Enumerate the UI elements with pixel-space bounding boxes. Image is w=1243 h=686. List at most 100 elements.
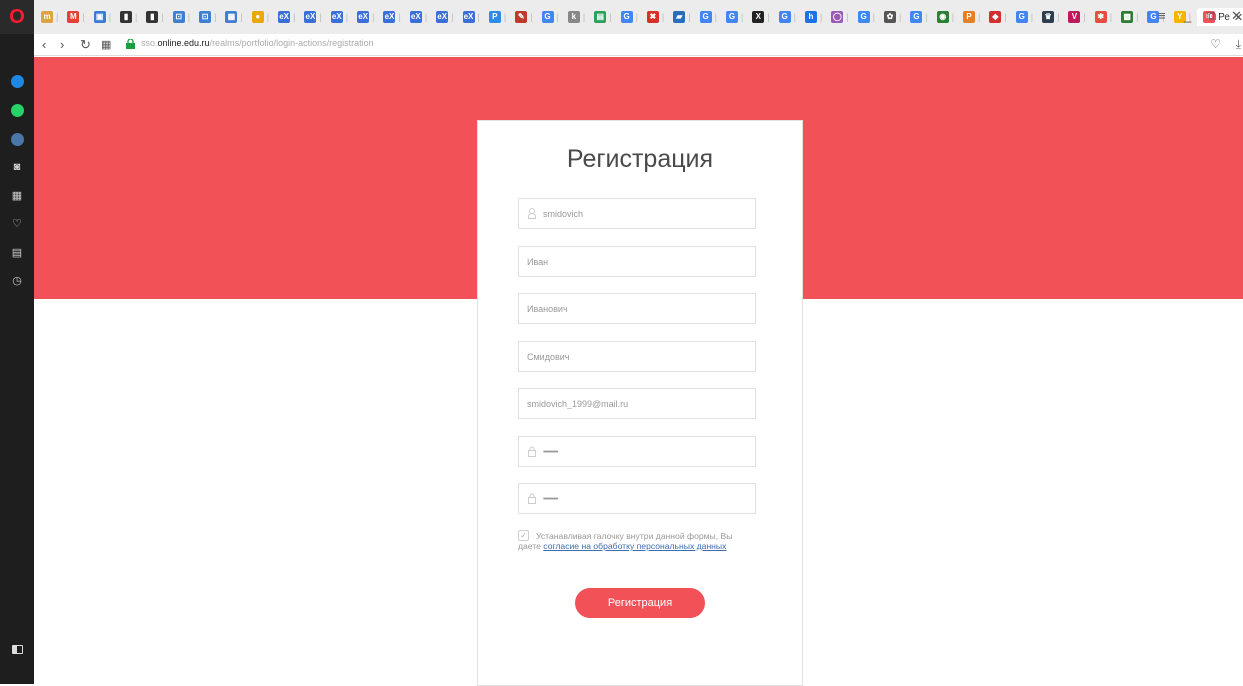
tab-separator: | [872,12,875,22]
browser-tab[interactable]: m | [38,8,61,26]
browser-tab[interactable]: ▮ | [117,8,140,26]
tab-separator: | [424,12,428,22]
browser-tab[interactable]: G | [723,8,746,26]
tab-separator: | [899,12,902,22]
history-icon[interactable]: ◷ [10,274,24,288]
browser-tab[interactable]: ▮ | [143,8,166,26]
browser-tab[interactable]: G | [1013,8,1036,26]
browser-tab[interactable]: ⊡ | [170,8,193,26]
opera-menu-logo[interactable]: O [0,0,34,34]
lock-icon [126,39,135,49]
browser-tab[interactable]: eX | [407,8,430,26]
heart-icon[interactable]: ♡ [10,217,24,231]
browser-tab[interactable]: ● | [249,8,272,26]
browser-tab[interactable]: V | [1065,8,1088,26]
back-button[interactable]: ‹ [42,36,46,54]
tab-separator: | [477,12,480,22]
browser-tab[interactable]: ▤ | [591,8,614,26]
browser-tab[interactable]: ◉ | [934,8,957,26]
forward-button[interactable]: › [60,36,64,54]
vk-icon[interactable] [10,132,24,146]
browser-tab[interactable]: M | [64,8,87,26]
tab-favicon-icon: V [1068,11,1081,23]
browser-tab[interactable]: G | [697,8,720,26]
tab-favicon-icon: eX [383,11,396,23]
browser-tab[interactable]: G | [539,8,562,26]
browser-tab[interactable]: eX | [380,8,403,26]
tab-search-icon[interactable]: ≡ [1158,6,1166,26]
tab-separator: | [714,12,717,22]
camera-icon[interactable]: ◙ [10,160,24,174]
messenger-icon[interactable] [10,74,24,88]
browser-tab[interactable]: X | [749,8,772,26]
browser-tab[interactable]: ▣ | [91,8,114,26]
reload-button[interactable]: ↻ [80,36,91,54]
consent-checkbox[interactable]: ✓ [518,530,529,541]
browser-tab[interactable]: eX | [301,8,324,26]
browser-tab-strip: O m | M | ▣ | ▮ | ▮ | ⊡ | ⊡ | ▦ | ● | eX | eX | eX | eX | eX | eX | eX… [0,0,1243,34]
tab-favicon-icon: M [67,11,80,23]
download-icon[interactable]: ⤓ [1236,37,1241,52]
browser-tab[interactable]: G | [907,8,930,26]
browser-tab[interactable]: ▩ | [1118,8,1141,26]
consent-link[interactable]: согласие на обработку персональных данны… [543,541,726,551]
speed-dial-button[interactable]: ▦ [101,36,111,54]
browser-tab[interactable]: eX | [354,8,377,26]
first-name-input[interactable] [519,247,755,276]
tab-favicon-icon: eX [304,11,317,23]
register-button[interactable]: Регистрация [575,588,705,618]
bookmark-heart-icon[interactable]: ♡ [1210,37,1221,51]
browser-tab[interactable]: G | [618,8,641,26]
last-name-input[interactable] [519,342,755,371]
tab-separator: | [319,12,322,22]
tab-favicon-icon: ▮ [146,11,159,23]
email-input[interactable] [519,389,755,418]
browser-tab[interactable]: eX | [275,8,298,26]
news-icon[interactable]: ▤ [10,246,24,260]
tab-favicon-icon: ▣ [93,11,106,23]
tab-favicon-icon: G [857,11,870,23]
browser-tab[interactable]: ✖ | [644,8,667,26]
minimize-button[interactable]: _ [1184,6,1191,26]
browser-tab[interactable]: k | [565,8,588,26]
browser-tab[interactable]: P | [486,8,509,26]
tab-separator: | [530,12,533,22]
browser-tab[interactable]: ▦ | [222,8,245,26]
browser-tab[interactable]: eX | [328,8,351,26]
lock-field-icon [528,446,536,457]
browser-tab[interactable]: G | [776,8,799,26]
browser-tab[interactable]: eX | [433,8,456,26]
browser-tab[interactable]: h | [802,8,825,26]
sidebar-toggle-icon[interactable] [10,642,24,656]
browser-tab[interactable]: P | [960,8,983,26]
password-confirm-input[interactable]: •••••••••• [543,496,558,504]
password-field[interactable]: •••••••••• [518,436,756,467]
browser-tab[interactable]: ✿ | [881,8,904,26]
tab-separator: | [108,12,112,22]
browser-tab[interactable]: ◯ | [828,8,851,26]
browser-tab[interactable]: eX | [460,8,483,26]
middle-name-input[interactable] [519,294,755,323]
browser-tab[interactable]: ✱ | [1092,8,1115,26]
tab-separator: | [451,12,454,22]
username-input[interactable] [519,199,755,228]
tab-separator: | [56,12,59,22]
browser-tab[interactable]: ♛ | [1039,8,1062,26]
tab-favicon-icon: G [620,11,633,23]
restore-button[interactable]: ⧉ [1207,6,1216,26]
browser-tab[interactable]: ▰ | [670,8,693,26]
browser-tab[interactable]: ◆ | [986,8,1009,26]
speed-dial-icon[interactable]: ▦ [10,189,24,203]
browser-tab[interactable]: G | [855,8,878,26]
browser-tab[interactable]: ✎ | [512,8,535,26]
password-confirm-field[interactable]: •••••••••• [518,483,756,514]
tab-separator: | [161,12,164,22]
tab-favicon-icon: ✎ [515,11,528,23]
close-window-button[interactable]: ✕ [1231,6,1242,26]
password-input[interactable]: •••••••••• [543,449,558,457]
url-field[interactable]: sso.online.edu.ru/realms/portfolio/login… [141,38,374,48]
tab-favicon-icon: ▩ [1121,11,1134,23]
browser-tab[interactable]: ⊡ | [196,8,219,26]
whatsapp-icon[interactable] [10,103,24,117]
tab-separator: | [187,12,191,22]
